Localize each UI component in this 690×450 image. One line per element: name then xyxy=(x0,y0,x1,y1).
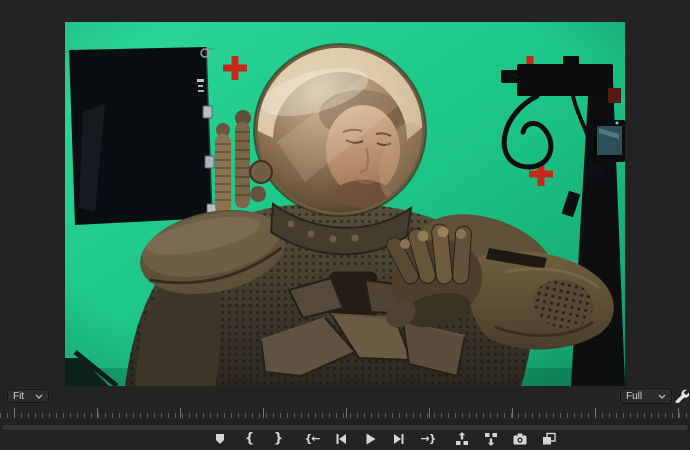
step-forward-icon xyxy=(394,433,404,444)
mark-in-button[interactable]: { xyxy=(239,430,259,447)
comparison-view-icon xyxy=(543,432,556,444)
add-marker-button[interactable] xyxy=(210,430,230,447)
lift-icon xyxy=(456,431,468,445)
step-forward-button[interactable] xyxy=(389,430,409,447)
chevron-down-icon xyxy=(658,394,666,399)
zoom-level-select[interactable]: Fit xyxy=(7,389,49,403)
go-to-in-button[interactable]: {← xyxy=(302,430,322,447)
mark-out-button[interactable]: } xyxy=(268,430,288,447)
mark-out-icon: } xyxy=(273,431,283,446)
settings-button[interactable] xyxy=(674,388,689,403)
time-ruler[interactable] xyxy=(0,404,690,421)
wrench-icon xyxy=(675,389,689,403)
step-back-icon xyxy=(336,433,346,444)
step-back-button[interactable] xyxy=(331,430,351,447)
go-to-out-button[interactable]: →} xyxy=(418,430,438,447)
transport-controls: { } {← →} xyxy=(210,429,559,448)
mark-in-icon: { xyxy=(244,431,254,446)
add-marker-icon xyxy=(216,433,224,444)
export-frame-button[interactable] xyxy=(510,430,530,447)
program-monitor-viewport[interactable] xyxy=(65,22,625,386)
lift-button[interactable] xyxy=(452,430,472,447)
chevron-down-icon xyxy=(35,394,43,399)
extract-icon xyxy=(485,432,497,446)
playback-resolution-select[interactable]: Full xyxy=(620,388,672,404)
go-to-in-icon: {← xyxy=(304,432,320,445)
play-button[interactable] xyxy=(360,430,380,447)
ruler-major-ticks xyxy=(0,408,690,418)
zoom-level-value: Fit xyxy=(13,390,25,402)
camera-icon xyxy=(513,433,527,444)
comparison-view-button[interactable] xyxy=(539,430,559,447)
program-monitor-panel: { "panel": { "background_color": "#23232… xyxy=(0,0,690,450)
go-to-out-icon: →} xyxy=(420,432,436,445)
extract-button[interactable] xyxy=(481,430,501,447)
playback-resolution-value: Full xyxy=(626,390,643,402)
video-frame-scene xyxy=(65,22,625,386)
play-icon xyxy=(366,433,376,444)
